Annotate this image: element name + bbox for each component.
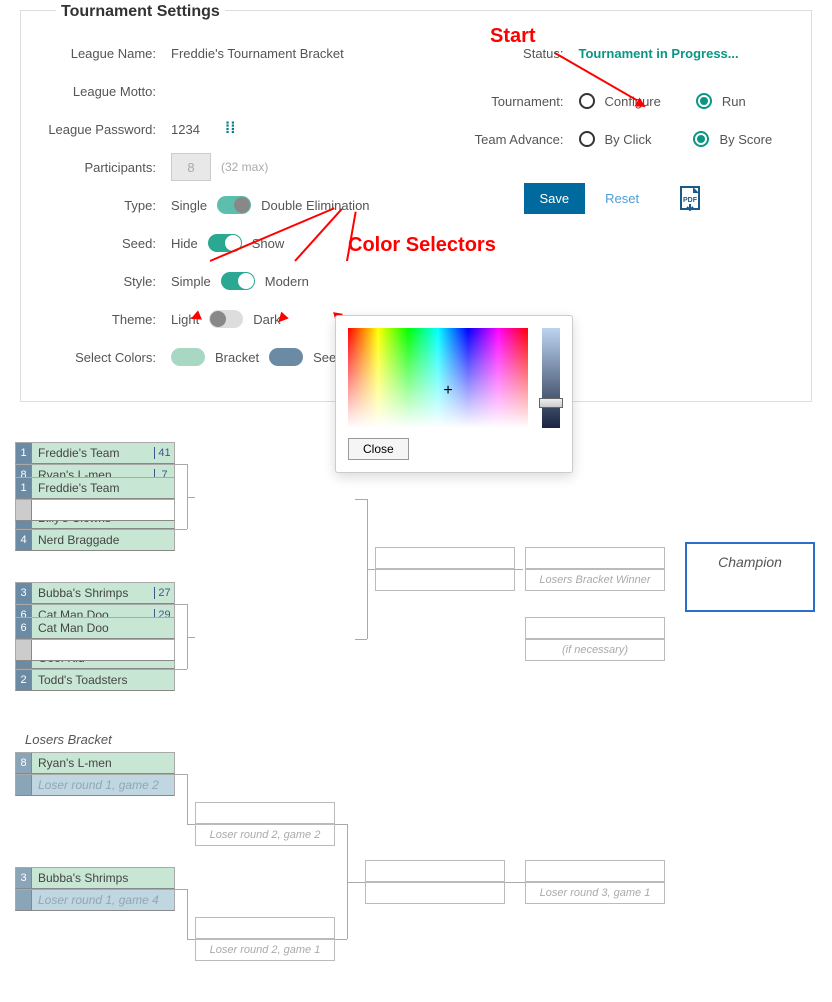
r1-team-4[interactable]: 4Nerd Braggade — [15, 529, 175, 551]
label-tournament: Tournament: — [464, 94, 579, 109]
style-right: Modern — [265, 274, 309, 289]
picker-cursor[interactable]: + — [441, 384, 455, 398]
lr3-slot-1[interactable] — [365, 860, 505, 882]
color-chip-seed[interactable] — [269, 348, 303, 366]
picker-hue-slider[interactable] — [542, 328, 560, 428]
color-label-bracket: Bracket — [215, 350, 259, 365]
type-right: Double Elimination — [261, 198, 369, 213]
r1-team-5[interactable]: 3Bubba's Shrimps27 — [15, 582, 175, 604]
label-team-advance: Team Advance: — [464, 132, 579, 147]
theme-toggle[interactable] — [209, 310, 243, 328]
r3-slot-2[interactable] — [375, 569, 515, 591]
seed-left: Hide — [171, 236, 198, 251]
r2-team-4-empty[interactable] — [15, 639, 175, 661]
status-value: Tournament in Progress... — [579, 46, 739, 61]
label-style: Style: — [41, 274, 171, 289]
losers-bracket-winner-slot[interactable]: Losers Bracket Winner — [525, 569, 665, 591]
label-participants: Participants: — [41, 160, 171, 175]
lr1-ghost-2[interactable]: Loser round 1, game 4 — [15, 889, 175, 911]
radio-by-click[interactable] — [579, 131, 595, 147]
lr1-ghost-1[interactable]: Loser round 1, game 2 — [15, 774, 175, 796]
picker-canvas[interactable]: + — [348, 328, 528, 428]
label-seed: Seed: — [41, 236, 171, 251]
style-left: Simple — [171, 274, 211, 289]
label-league-motto: League Motto: — [41, 84, 171, 99]
svg-text:PDF: PDF — [683, 197, 698, 204]
radio-configure[interactable] — [579, 93, 595, 109]
lr2-slot-b2[interactable]: Loser round 2, game 1 — [195, 939, 335, 961]
losers-bracket-title: Losers Bracket — [25, 732, 112, 747]
radio-by-score[interactable] — [693, 131, 709, 147]
reset-button[interactable]: Reset — [605, 191, 639, 206]
type-left: Single — [171, 198, 207, 213]
opt-by-click: By Click — [605, 132, 652, 147]
save-button[interactable]: Save — [524, 183, 586, 214]
settings-title: Tournament Settings — [56, 3, 225, 21]
label-type: Type: — [41, 198, 171, 213]
participants-max: (32 max) — [221, 160, 268, 174]
label-league-name: League Name: — [41, 46, 171, 61]
participants-input[interactable]: 8 — [171, 153, 211, 181]
lr3-slot-2[interactable] — [365, 882, 505, 904]
champion-box: Champion — [685, 542, 815, 612]
value-league-password[interactable]: 1234 — [171, 122, 200, 137]
lr3-final-2[interactable]: Loser round 3, game 1 — [525, 882, 665, 904]
label-theme: Theme: — [41, 312, 171, 327]
lr2-slot-b1[interactable] — [195, 917, 335, 939]
style-toggle[interactable] — [221, 272, 255, 290]
value-league-name[interactable]: Freddie's Tournament Bracket — [171, 46, 344, 61]
necessary-slot-2[interactable]: (if necessary) — [525, 639, 665, 661]
lr3-final-1[interactable] — [525, 860, 665, 882]
r2-team-2-empty[interactable] — [15, 499, 175, 521]
bracket-area: 1Freddie's Team41 8Ryan's L-men7 5Billy'… — [15, 422, 817, 982]
password-toggle-icon[interactable]: ⁞⁞ — [225, 120, 236, 138]
r1-team-1[interactable]: 1Freddie's Team41 — [15, 442, 175, 464]
label-league-password: League Password: — [41, 122, 171, 137]
r2-team-3[interactable]: 6Cat Man Doo — [15, 617, 175, 639]
lr2-slot-a1[interactable] — [195, 802, 335, 824]
slider-thumb[interactable] — [539, 398, 563, 408]
color-chip-bracket[interactable] — [171, 348, 205, 366]
lr1-team-2[interactable]: 3Bubba's Shrimps — [15, 867, 175, 889]
r3-slot-1[interactable] — [375, 547, 515, 569]
r1-team-8[interactable]: 2Todd's Toadsters — [15, 669, 175, 691]
lr2-slot-a2[interactable]: Loser round 2, game 2 — [195, 824, 335, 846]
r2-team-1[interactable]: 1Freddie's Team — [15, 477, 175, 499]
radio-run[interactable] — [696, 93, 712, 109]
label-select-colors: Select Colors: — [41, 350, 171, 365]
finals-slot-1[interactable] — [525, 547, 665, 569]
lr1-team-1[interactable]: 8Ryan's L-men — [15, 752, 175, 774]
picker-close-button[interactable]: Close — [348, 438, 409, 460]
type-toggle[interactable] — [217, 196, 251, 214]
opt-by-score: By Score — [719, 132, 772, 147]
necessary-slot-1[interactable] — [525, 617, 665, 639]
pdf-icon[interactable]: PDF — [679, 185, 703, 213]
opt-run: Run — [722, 94, 746, 109]
color-picker-popup: + Close — [335, 315, 573, 473]
seed-right: Show — [252, 236, 285, 251]
